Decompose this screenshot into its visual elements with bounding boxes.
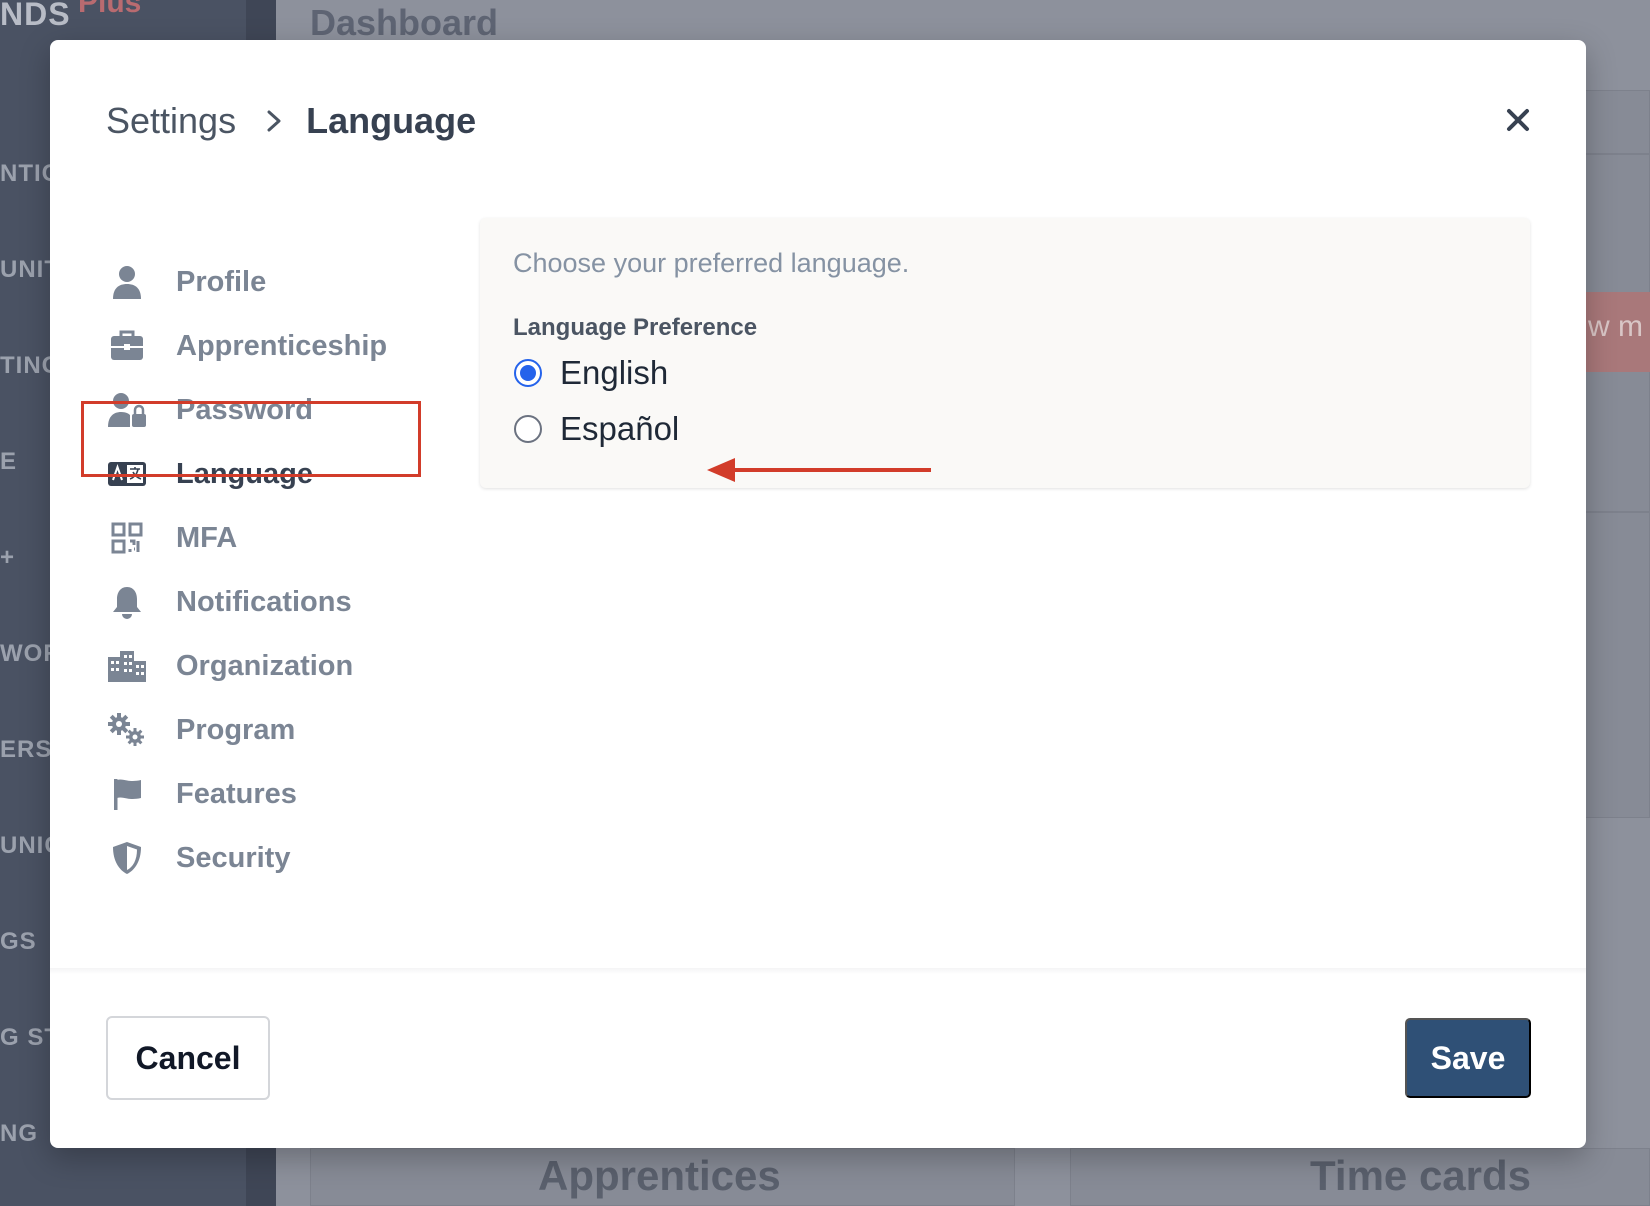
background-card-title: Apprentices [538, 1152, 781, 1199]
background-brand: NDS [0, 0, 71, 32]
breadcrumb-settings[interactable]: Settings [106, 100, 236, 142]
radio-label-english: English [560, 354, 669, 391]
nav-item-apprenticeship[interactable]: Apprenticeship [106, 314, 446, 378]
qr-code-icon [106, 517, 148, 559]
flag-icon [106, 773, 148, 815]
nav-item-program[interactable]: Program [106, 698, 446, 762]
background-nav-item: E [0, 448, 18, 475]
language-panel: Choose your preferred language. Language… [480, 218, 1530, 488]
chevron-right-icon [267, 110, 281, 132]
nav-item-mfa[interactable]: MFA [106, 506, 446, 570]
nav-item-label: Language [176, 457, 313, 490]
radio-button-english[interactable] [514, 359, 542, 387]
radio-option-espanol[interactable]: Español [514, 410, 679, 448]
nav-item-label: Password [176, 393, 313, 426]
nav-item-organization[interactable]: Organization [106, 634, 446, 698]
radio-button-espanol[interactable] [514, 415, 542, 443]
background-nav-item: GS [0, 928, 37, 955]
nav-item-label: Security [176, 841, 291, 874]
user-icon [106, 261, 148, 303]
shield-icon [106, 837, 148, 879]
footer-divider [50, 968, 1586, 974]
panel-description: Choose your preferred language. [513, 248, 910, 278]
briefcase-icon [106, 325, 148, 367]
background-nav-item: ERS [0, 736, 53, 763]
background-nav-item: NG [0, 1120, 38, 1147]
nav-item-label: Program [176, 713, 296, 746]
nav-item-label: Organization [176, 649, 354, 682]
building-icon [106, 645, 148, 687]
radio-option-english[interactable]: English [514, 354, 668, 392]
background-button-label: w m [1588, 310, 1643, 343]
nav-item-notifications[interactable]: Notifications [106, 570, 446, 634]
save-button[interactable]: Save [1405, 1018, 1531, 1098]
nav-item-profile[interactable]: Profile [106, 250, 446, 314]
breadcrumb-current: Language [306, 100, 477, 141]
nav-item-password[interactable]: Password [106, 378, 446, 442]
gears-icon [106, 709, 148, 751]
background-brand-suffix: Plus [78, 0, 142, 19]
language-icon [106, 453, 148, 495]
user-lock-icon [106, 389, 148, 431]
bell-icon [106, 581, 148, 623]
nav-item-security[interactable]: Security [106, 826, 446, 890]
radio-label-espanol: Español [560, 410, 680, 447]
nav-item-label: MFA [176, 521, 238, 554]
settings-nav: Profile Apprenticeship Password Language [106, 250, 446, 890]
annotation-arrow-icon [707, 458, 931, 482]
background-card-title: Time cards [1310, 1152, 1532, 1199]
nav-item-label: Apprenticeship [176, 329, 388, 362]
nav-item-features[interactable]: Features [106, 762, 446, 826]
cancel-button[interactable]: Cancel [106, 1016, 270, 1100]
settings-modal: Settings Language Profile Apprenticeship [50, 40, 1586, 1148]
background-page-title: Dashboard [310, 2, 499, 43]
background-nav-item: + [0, 544, 16, 571]
nav-item-language[interactable]: Language [106, 442, 446, 506]
language-preference-label: Language Preference [513, 314, 758, 341]
breadcrumb: Settings Language [106, 98, 476, 144]
nav-item-label: Profile [176, 265, 267, 298]
close-icon[interactable] [1500, 102, 1536, 138]
nav-item-label: Notifications [176, 585, 352, 618]
nav-item-label: Features [176, 777, 297, 810]
